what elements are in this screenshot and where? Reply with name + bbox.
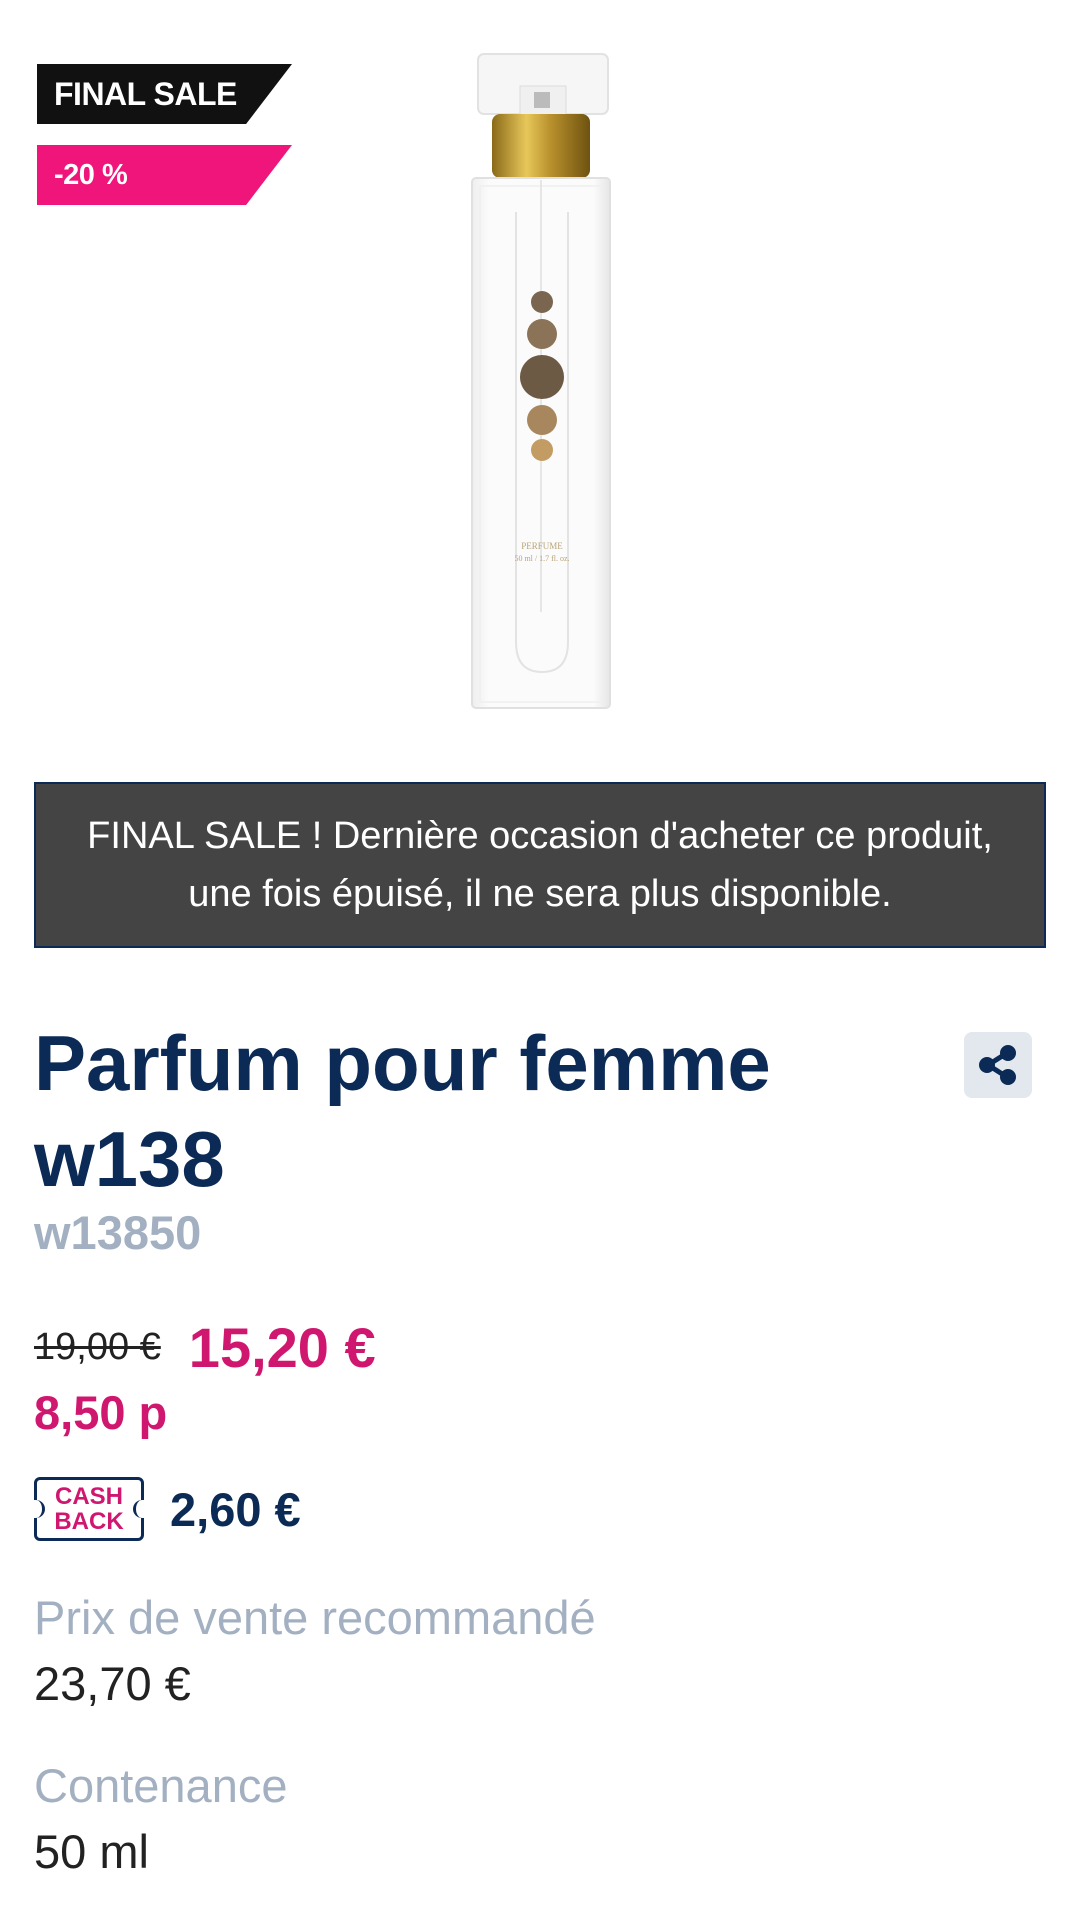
- cashback-value: 2,60 €: [170, 1482, 301, 1536]
- cashback-label-1: CASH: [54, 1483, 123, 1510]
- recommended-price: 23,70 €: [34, 1657, 191, 1710]
- bottle-label-1: PERFUME: [521, 541, 563, 551]
- recommended-price-label: Prix de vente recommandé: [34, 1591, 596, 1644]
- product-title: Parfum pour femme w138: [34, 1019, 771, 1203]
- final-sale-badge: FINAL SALE: [37, 64, 292, 124]
- cashback-label-2: BACK: [54, 1508, 124, 1535]
- product-sku: w13850: [34, 1206, 202, 1259]
- points-value: 8,50 p: [34, 1386, 168, 1439]
- sale-price: 15,20 €: [188, 1315, 376, 1379]
- price-row: 19,00 € 15,20 €: [34, 1312, 376, 1382]
- capacity-value: 50 ml: [34, 1825, 149, 1878]
- bottle-label-2: 50 ml / 1.7 fl. oz.: [514, 554, 569, 563]
- share-button[interactable]: [964, 1032, 1032, 1098]
- final-sale-notice: FINAL SALE ! Dernière occasion d'acheter…: [34, 782, 1046, 948]
- old-price: 19,00 €: [34, 1325, 161, 1368]
- discount-badge: -20 %: [37, 145, 292, 205]
- capacity-label: Contenance: [34, 1759, 288, 1812]
- product-image: PERFUME 50 ml / 1.7 fl. oz.: [471, 53, 611, 709]
- share-icon: [979, 1045, 1016, 1085]
- cashback-row: CASH BACK 2,60 €: [28, 1472, 301, 1546]
- notice-text: FINAL SALE ! Dernière occasion d'acheter…: [87, 815, 993, 915]
- cashback-icon: CASH BACK: [28, 1477, 150, 1541]
